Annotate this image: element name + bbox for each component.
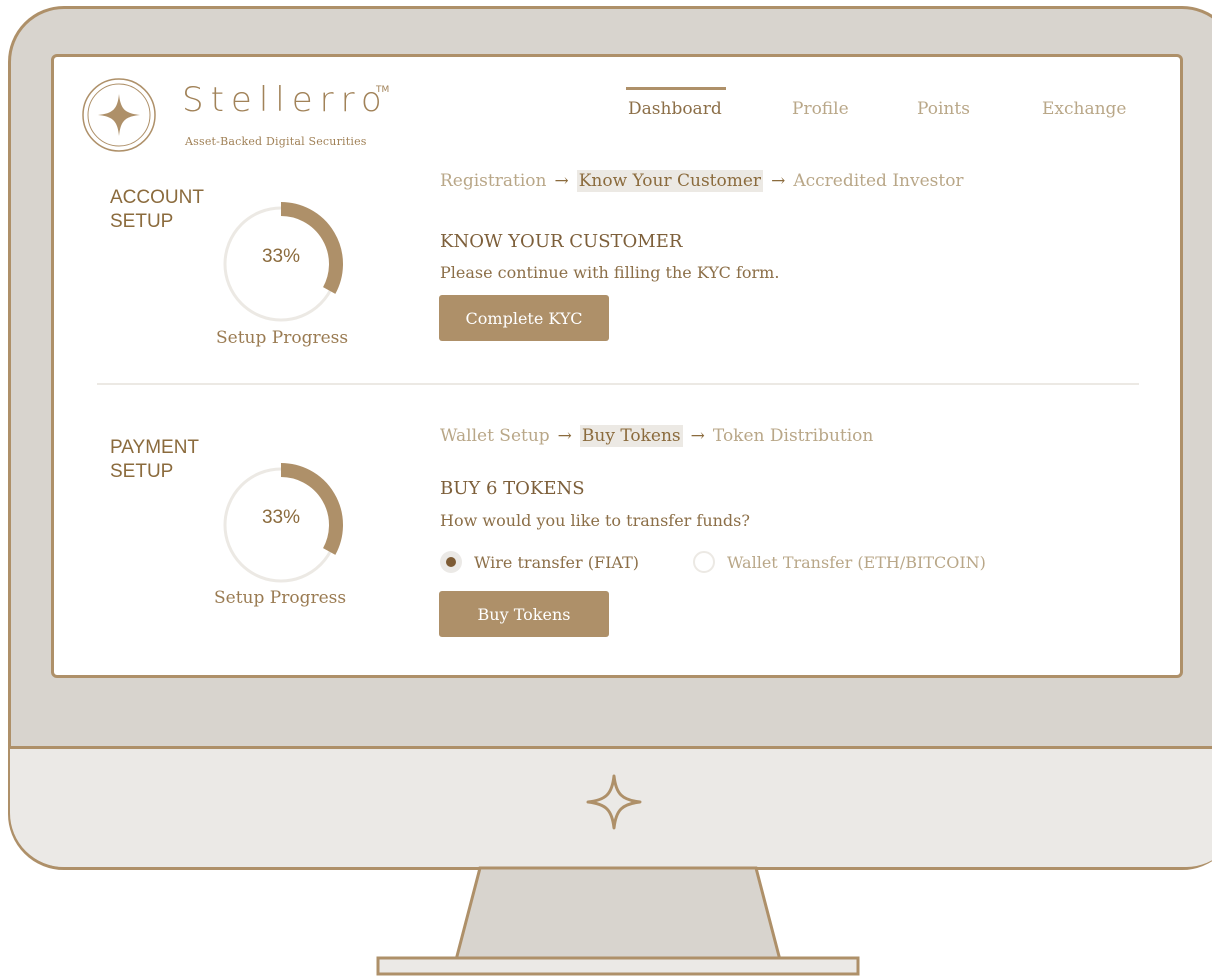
- trademark-mark: TM: [376, 85, 390, 95]
- kyc-heading: KNOW YOUR CUSTOMER: [440, 231, 683, 252]
- transfer-question: How would you like to transfer funds?: [440, 511, 750, 530]
- arrow-icon: →: [771, 171, 786, 191]
- payment-progress-percent: 33%: [261, 507, 301, 528]
- nav-item-dashboard[interactable]: Dashboard: [628, 99, 722, 119]
- kyc-description: Please continue with filling the KYC for…: [440, 263, 780, 282]
- arrow-icon: →: [557, 426, 572, 446]
- star-icon: [586, 774, 642, 830]
- step-accredited-investor: Accredited Investor: [793, 171, 964, 191]
- payment-steps-breadcrumb: Wallet Setup → Buy Tokens → Token Distributi…: [440, 425, 874, 447]
- radio-wallet-transfer[interactable]: Wallet Transfer (ETH/BITCOIN): [693, 551, 986, 573]
- radio-wire-transfer[interactable]: Wire transfer (FIAT): [440, 551, 639, 573]
- nav-active-indicator: [626, 87, 726, 90]
- buy-tokens-heading: BUY 6 TOKENS: [440, 478, 585, 499]
- payment-setup-title: PAYMENT SETUP: [110, 437, 200, 482]
- nav-item-exchange[interactable]: Exchange: [1042, 99, 1127, 119]
- nav-item-points[interactable]: Points: [917, 99, 970, 119]
- radio-wire-transfer-label: Wire transfer (FIAT): [474, 552, 639, 572]
- arrow-icon: →: [690, 426, 705, 446]
- step-buy-tokens: Buy Tokens: [579, 425, 683, 447]
- account-progress-percent: 33%: [261, 246, 301, 267]
- buy-tokens-button[interactable]: Buy Tokens: [439, 591, 609, 637]
- step-registration: Registration: [440, 171, 547, 191]
- step-know-your-customer: Know Your Customer: [576, 170, 764, 192]
- arrow-icon: →: [554, 171, 569, 191]
- screen: Stellerro TM Asset-Backed Digital Securi…: [51, 54, 1183, 678]
- complete-kyc-button[interactable]: Complete KYC: [439, 295, 609, 341]
- nav-item-profile[interactable]: Profile: [792, 99, 849, 119]
- step-wallet-setup: Wallet Setup: [440, 426, 550, 446]
- payment-progress-label: Setup Progress: [214, 588, 347, 608]
- account-progress-label: Setup Progress: [216, 328, 349, 348]
- section-divider: [97, 383, 1139, 385]
- brand-tagline: Asset-Backed Digital Securities: [185, 135, 367, 148]
- step-token-distribution: Token Distribution: [712, 426, 874, 446]
- logo-icon: [82, 78, 156, 152]
- brand-name: Stellerro: [182, 80, 389, 120]
- radio-wallet-transfer-label: Wallet Transfer (ETH/BITCOIN): [727, 552, 986, 572]
- account-setup-title: ACCOUNT SETUP: [110, 187, 204, 232]
- radio-checked-icon[interactable]: [440, 551, 462, 573]
- radio-unchecked-icon[interactable]: [693, 551, 715, 573]
- kyc-steps-breadcrumb: Registration → Know Your Customer → Accredit…: [440, 170, 964, 192]
